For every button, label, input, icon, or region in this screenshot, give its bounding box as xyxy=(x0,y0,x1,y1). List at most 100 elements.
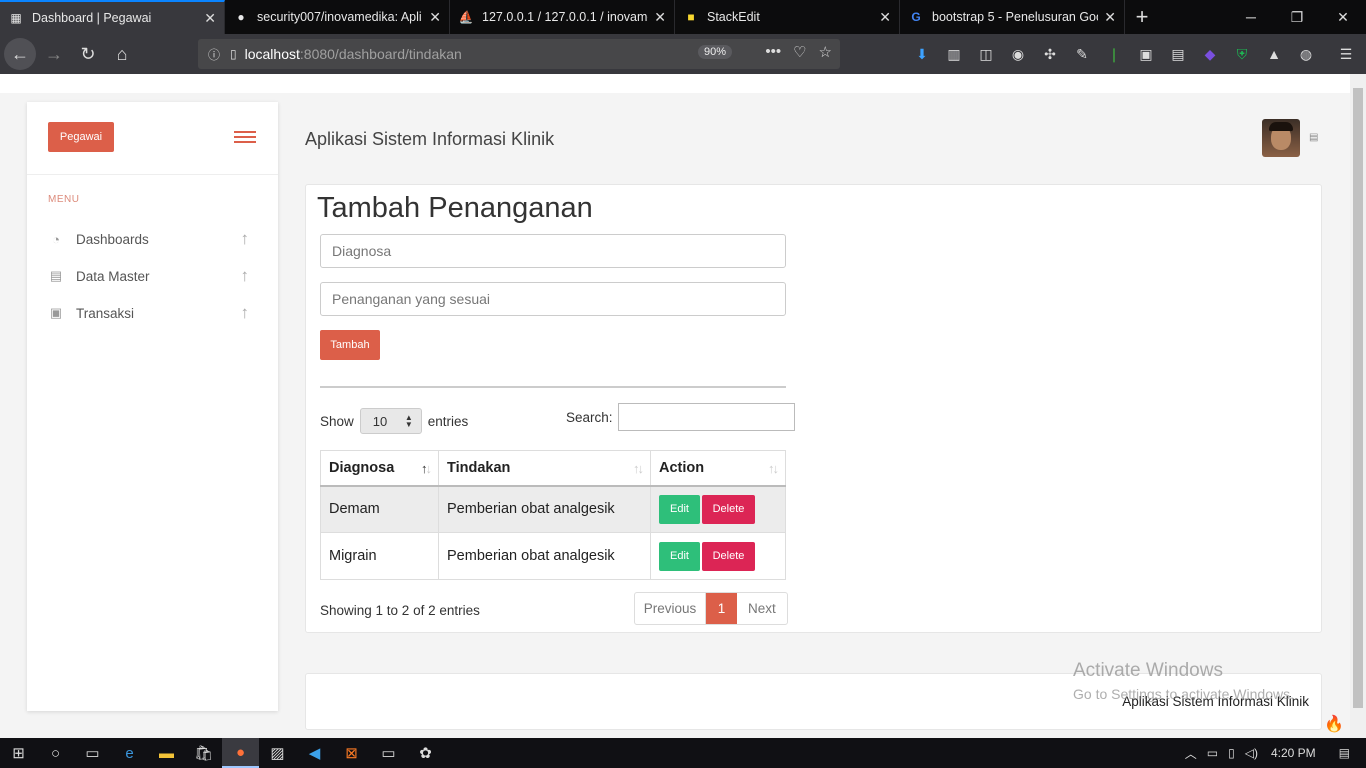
back-button[interactable]: ← xyxy=(4,38,36,70)
home-button[interactable]: ⌂ xyxy=(106,38,138,70)
tab-phpmyadmin[interactable]: ⛵ 127.0.0.1 / 127.0.0.1 / inovamed ✕ xyxy=(450,0,675,34)
globe-icon[interactable]: ◍ xyxy=(1294,40,1318,68)
next-page-button[interactable]: Next xyxy=(737,593,787,624)
forward-button[interactable]: → xyxy=(38,38,70,70)
select-arrows-icon: ▲ ▼ xyxy=(404,413,413,429)
reload-button[interactable]: ↻ xyxy=(72,38,104,70)
extension-icon[interactable]: ▲ xyxy=(1262,40,1286,68)
diagnosa-input[interactable]: Diagnosa xyxy=(320,234,786,268)
close-icon[interactable]: ✕ xyxy=(429,9,441,26)
chevron-up-icon[interactable]: ︿ xyxy=(1185,745,1197,762)
close-icon[interactable]: ✕ xyxy=(1104,9,1116,26)
store-icon[interactable]: 🛍 xyxy=(185,738,222,768)
penanganan-input[interactable]: Penanganan yang sesuai xyxy=(320,282,786,316)
phpmyadmin-icon: ⛵ xyxy=(458,10,474,24)
download-icon[interactable]: ⬇ xyxy=(910,40,934,68)
extension-icon[interactable]: ▣ xyxy=(1134,40,1158,68)
page-1-button[interactable]: 1 xyxy=(706,593,737,624)
minimize-icon[interactable]: ─ xyxy=(1228,0,1274,34)
sidebar-item-transaksi[interactable]: ▣ Transaksi ↑ xyxy=(48,298,263,328)
sort-icon: ↑↓ xyxy=(633,461,644,476)
extension-icon[interactable]: ❘ xyxy=(1102,40,1126,68)
close-window-icon[interactable]: ✕ xyxy=(1320,0,1366,34)
flame-icon[interactable]: 🔥 xyxy=(1324,714,1344,734)
tab-google[interactable]: G bootstrap 5 - Penelusuran Goo ✕ xyxy=(900,0,1125,34)
new-tab-button[interactable]: + xyxy=(1125,0,1159,34)
sidebar-icon[interactable]: ◫ xyxy=(974,40,998,68)
previous-page-button[interactable]: Previous xyxy=(635,593,706,624)
sidebar-item-data-master[interactable]: ▤ Data Master ↑ xyxy=(48,261,263,291)
stackedit-icon: ■ xyxy=(687,10,695,24)
file-explorer-icon[interactable]: ▬ xyxy=(148,738,185,768)
tab-github[interactable]: ● security007/inovamedika: Apli ✕ xyxy=(225,0,450,34)
edit-button[interactable]: Edit xyxy=(659,494,700,524)
address-bar[interactable]: ⓘ ▯ localhost:8080/dashboard/tindakan 90… xyxy=(198,39,840,69)
search-label: Search: xyxy=(566,410,613,425)
account-icon[interactable]: ◉ xyxy=(1006,40,1030,68)
restore-icon[interactable]: ❐ xyxy=(1274,0,1320,34)
more-actions-icon[interactable]: ••• xyxy=(765,43,781,61)
cell-action: Edit Delete xyxy=(650,485,786,533)
column-header-tindakan[interactable]: Tindakan ↑↓ xyxy=(438,450,651,487)
app-icon[interactable]: ▨ xyxy=(259,738,296,768)
delete-button[interactable]: Delete xyxy=(702,541,755,571)
pocket-icon[interactable]: ♡ xyxy=(793,43,806,61)
extension-icon[interactable]: ✎ xyxy=(1070,40,1094,68)
app-icon[interactable]: ✿ xyxy=(407,738,444,768)
vscode-icon[interactable]: ◀ xyxy=(296,738,333,768)
terminal-icon[interactable]: ▭ xyxy=(370,738,407,768)
shield-icon[interactable]: ⛨ xyxy=(1230,40,1254,68)
tab-title: Dashboard | Pegawai xyxy=(32,11,152,25)
library-icon[interactable]: ▥ xyxy=(942,40,966,68)
firefox-icon[interactable]: ● xyxy=(222,738,259,768)
tab-dashboard[interactable]: ▦ Dashboard | Pegawai ✕ xyxy=(0,0,225,34)
clipboard-icon: ▤ xyxy=(49,268,63,283)
battery-icon[interactable]: ▭ xyxy=(1207,746,1218,760)
sidebar-item-dashboards[interactable]: ◔ Dashboards ↑ xyxy=(48,224,263,254)
volume-icon[interactable]: ◁) xyxy=(1245,746,1258,760)
clock[interactable]: 4:20 PM xyxy=(1271,746,1316,760)
brand-button[interactable]: Pegawai xyxy=(48,122,114,152)
site-info-icon[interactable]: ⓘ xyxy=(208,46,220,63)
tambah-button[interactable]: Tambah xyxy=(320,330,380,360)
sort-asc-icon: ↑↓ xyxy=(421,461,432,476)
cortana-icon[interactable]: ○ xyxy=(37,738,74,768)
tab-title: 127.0.0.1 / 127.0.0.1 / inovamed xyxy=(482,10,649,24)
tab-title: security007/inovamedika: Apli xyxy=(257,10,422,24)
search-input[interactable] xyxy=(618,403,795,431)
edit-button[interactable]: Edit xyxy=(659,541,700,571)
column-label: Tindakan xyxy=(447,459,511,476)
close-icon[interactable]: ✕ xyxy=(204,10,216,27)
entries-select[interactable]: 10 ▲ ▼ xyxy=(359,408,422,434)
menu-icon[interactable]: ☰ xyxy=(1334,40,1358,68)
extension-icon[interactable]: ▤ xyxy=(1166,40,1190,68)
url-path: :8080/dashboard/tindakan xyxy=(299,46,462,62)
bookmark-star-icon[interactable]: ☆ xyxy=(819,43,832,61)
extension-icon[interactable]: ✣ xyxy=(1038,40,1062,68)
sidebar-item-label: Transaksi xyxy=(76,305,135,321)
sidebar-item-label: Dashboards xyxy=(76,231,149,247)
close-icon[interactable]: ✕ xyxy=(654,9,666,26)
page-scrollbar[interactable] xyxy=(1350,74,1366,738)
card-title: Tambah Penanganan xyxy=(317,192,593,224)
column-header-action[interactable]: Action ↑↓ xyxy=(650,450,786,487)
close-icon[interactable]: ✕ xyxy=(879,9,891,26)
hamburger-menu-icon[interactable] xyxy=(234,131,256,145)
task-view-icon[interactable]: ▭ xyxy=(74,738,111,768)
table-header-row: Diagnosa ↑↓ Tindakan ↑↓ Action ↑↓ xyxy=(320,450,786,487)
app-title: Aplikasi Sistem Informasi Klinik xyxy=(305,129,555,149)
treatment-card: Tambah Penanganan Diagnosa Penanganan ya… xyxy=(305,184,1322,633)
edge-icon[interactable]: e xyxy=(111,738,148,768)
network-icon[interactable]: ▯ xyxy=(1228,746,1235,760)
xampp-icon[interactable]: ⊠ xyxy=(333,738,370,768)
avatar[interactable] xyxy=(1262,119,1300,157)
column-header-diagnosa[interactable]: Diagnosa ↑↓ xyxy=(320,450,439,487)
tab-stackedit[interactable]: ■ StackEdit ✕ xyxy=(675,0,900,34)
notification-icon[interactable]: ▤ xyxy=(1339,746,1350,760)
windows-start-icon[interactable]: ⊞ xyxy=(0,738,37,768)
zoom-badge[interactable]: 90% xyxy=(698,45,733,59)
delete-button[interactable]: Delete xyxy=(702,494,755,524)
column-label: Diagnosa xyxy=(329,459,395,476)
user-menu-icon[interactable]: ▤ xyxy=(1309,132,1321,143)
extension-icon[interactable]: ◆ xyxy=(1198,40,1222,68)
